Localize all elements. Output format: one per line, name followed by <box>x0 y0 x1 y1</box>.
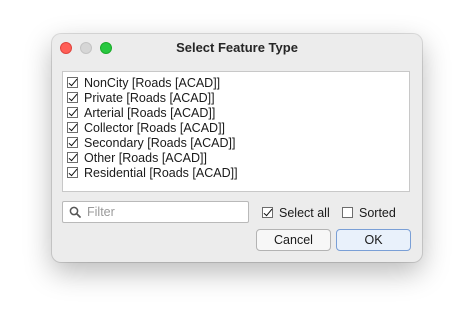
item-checkbox[interactable] <box>67 92 78 103</box>
ok-button[interactable]: OK <box>336 229 411 251</box>
sorted-checkbox[interactable]: Sorted <box>342 205 396 220</box>
sorted-label: Sorted <box>359 205 396 220</box>
list-item[interactable]: Private [Roads [ACAD]] <box>67 90 215 105</box>
select-all-checkbox[interactable]: Select all <box>262 205 330 220</box>
list-item[interactable]: Other [Roads [ACAD]] <box>67 150 207 165</box>
item-checkbox[interactable] <box>67 167 78 178</box>
list-item-label: Other [Roads [ACAD]] <box>84 150 207 165</box>
item-checkbox[interactable] <box>67 107 78 118</box>
list-item[interactable]: Arterial [Roads [ACAD]] <box>67 105 215 120</box>
filter-input[interactable] <box>87 204 243 220</box>
item-checkbox[interactable] <box>67 137 78 148</box>
sorted-checkbox-box[interactable] <box>342 207 353 218</box>
list-item-label: Residential [Roads [ACAD]] <box>84 165 238 180</box>
list-item-label: Collector [Roads [ACAD]] <box>84 120 226 135</box>
item-checkbox[interactable] <box>67 122 78 133</box>
list-item[interactable]: Residential [Roads [ACAD]] <box>67 165 238 180</box>
cancel-button[interactable]: Cancel <box>256 229 331 251</box>
item-checkbox[interactable] <box>67 77 78 88</box>
list-item[interactable]: NonCity [Roads [ACAD]] <box>67 75 220 90</box>
title-bar: Select Feature Type <box>52 34 422 61</box>
list-item-label: Arterial [Roads [ACAD]] <box>84 105 216 120</box>
list-item[interactable]: Secondary [Roads [ACAD]] <box>67 135 235 150</box>
feature-type-list[interactable]: NonCity [Roads [ACAD]] Private [Roads [A… <box>62 71 410 192</box>
select-all-checkbox-box[interactable] <box>262 207 273 218</box>
list-item[interactable]: Collector [Roads [ACAD]] <box>67 120 225 135</box>
select-all-label: Select all <box>279 205 330 220</box>
search-icon <box>69 206 81 218</box>
list-item-label: NonCity [Roads [ACAD]] <box>84 75 221 90</box>
list-item-label: Private [Roads [ACAD]] <box>84 90 215 105</box>
list-item-label: Secondary [Roads [ACAD]] <box>84 135 236 150</box>
dialog-title: Select Feature Type <box>176 40 298 55</box>
item-checkbox[interactable] <box>67 152 78 163</box>
filter-field[interactable] <box>62 201 249 223</box>
select-feature-type-dialog: Select Feature Type NonCity [Roads [ACAD… <box>52 34 422 262</box>
